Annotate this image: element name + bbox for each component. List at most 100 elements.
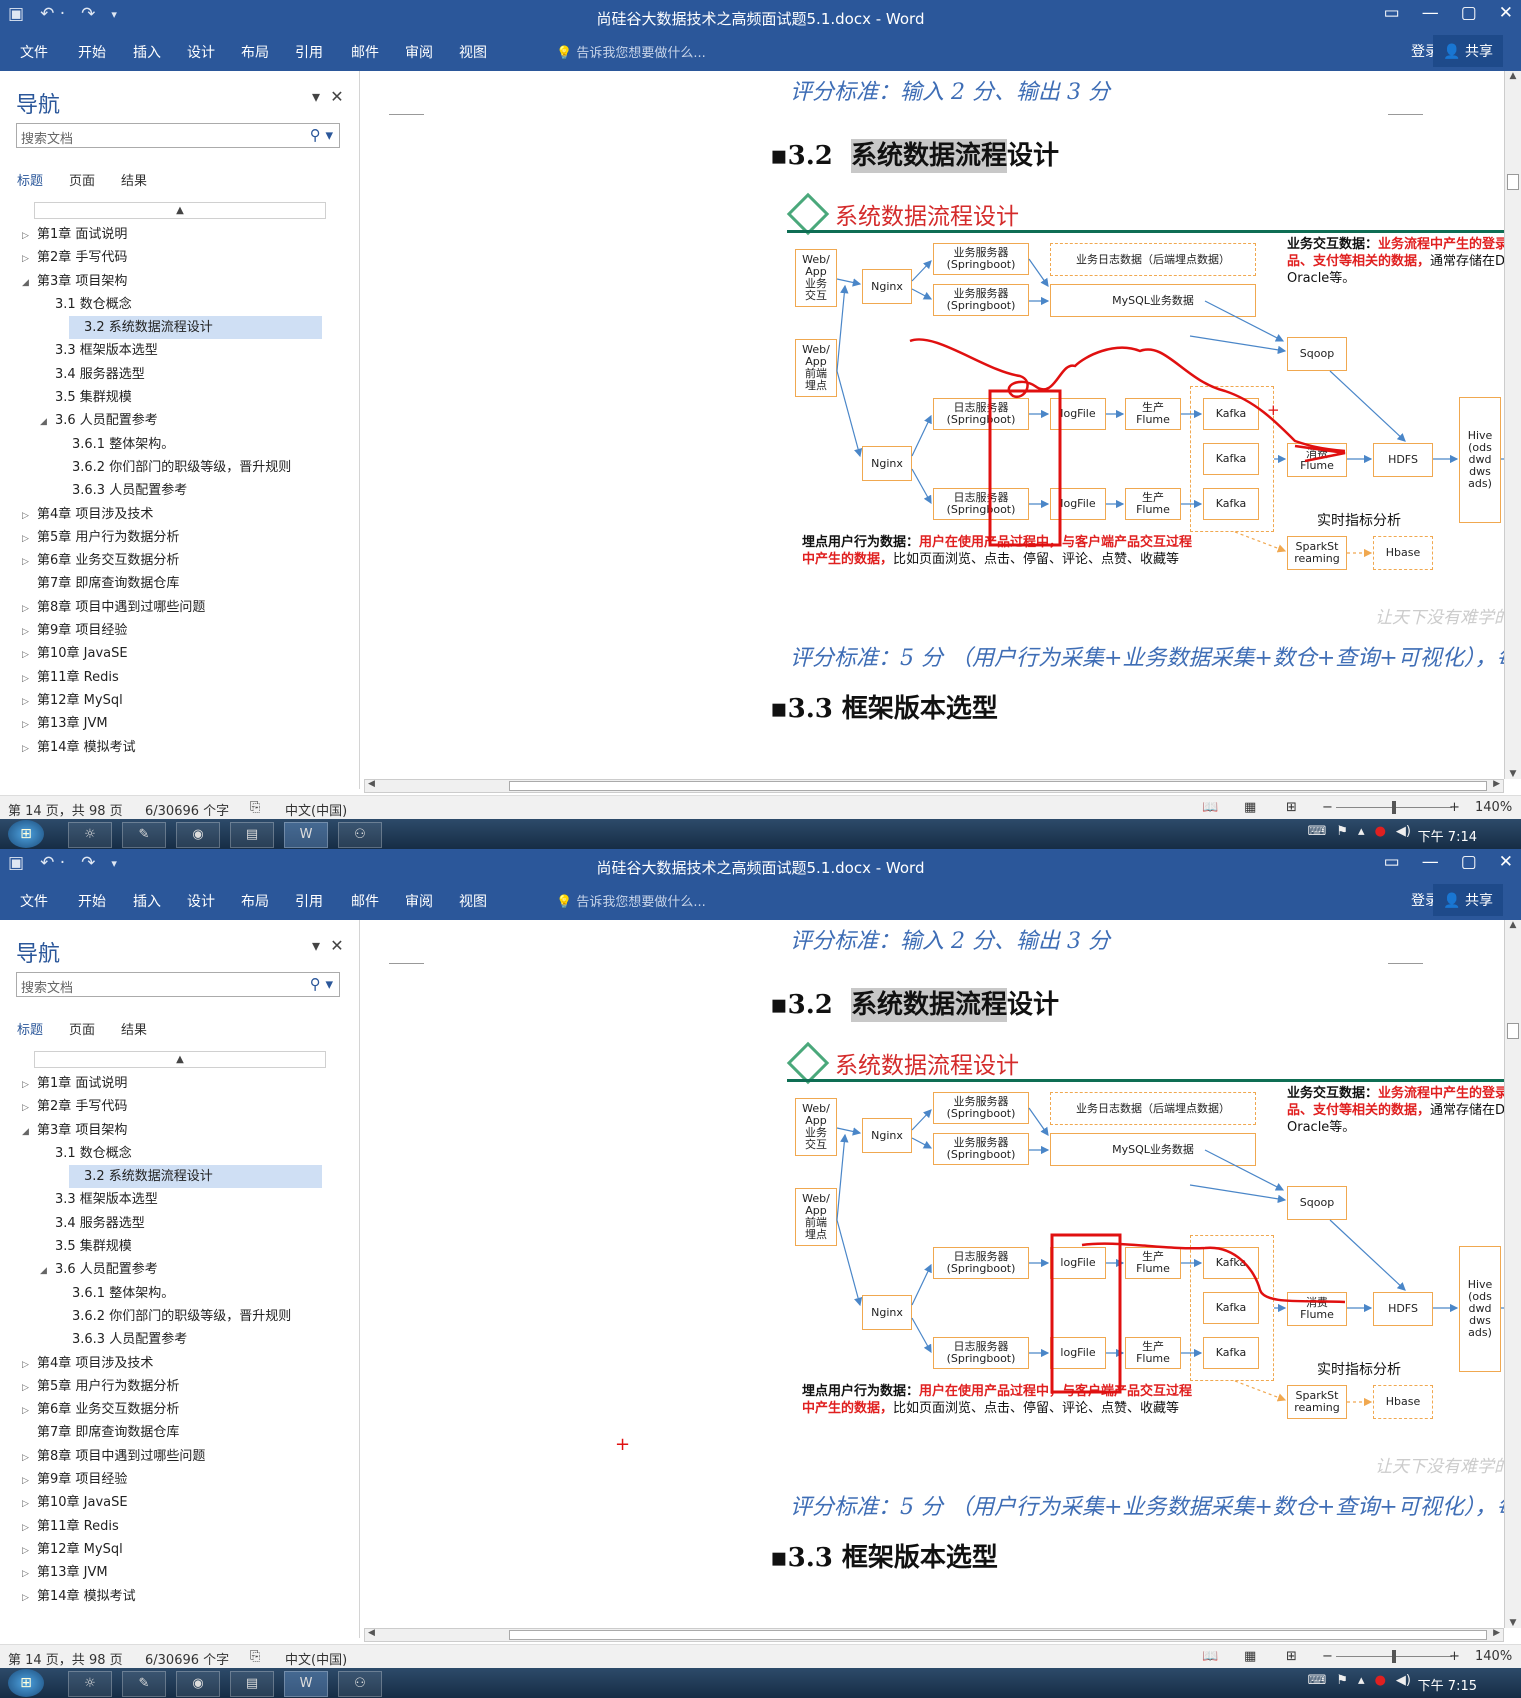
nav-item[interactable]: ▷ 第8章 项目中遇到过哪些问题 [22, 596, 342, 619]
system-tray[interactable]: ⌨ ⚑ ▴ ● ◀) [1308, 1673, 1411, 1688]
scroll-down-icon[interactable]: ▼ [1505, 769, 1521, 779]
nav-item[interactable]: ▷ 第9章 项目经验 [22, 1468, 342, 1491]
print-layout-icon[interactable]: ▦ [1244, 1649, 1256, 1664]
nav-item[interactable]: ▷ 第13章 JVM [22, 1561, 342, 1584]
tab-4[interactable]: 布局 [241, 891, 269, 911]
nav-item[interactable]: ▷ 第10章 JavaSE [22, 642, 342, 665]
scroll-right-icon[interactable]: ▶ [1493, 1628, 1500, 1638]
maximize-button[interactable]: ▢ [1461, 3, 1477, 23]
print-layout-icon[interactable]: ▦ [1244, 800, 1256, 815]
close-button[interactable]: ✕ [1499, 3, 1513, 23]
expand-icon[interactable]: ▷ [22, 1400, 37, 1423]
word-count[interactable]: 6/30696 个字 [145, 1649, 229, 1668]
tell-me-input[interactable]: 💡 告诉我您想要做什么... [556, 891, 706, 910]
start-button[interactable]: ⊞ [8, 1669, 44, 1697]
close-button[interactable]: ✕ [1499, 852, 1513, 872]
network-icon[interactable]: ▴ [1358, 824, 1365, 839]
proofing-icon[interactable]: ⎘ [250, 800, 260, 815]
nav-close-icon[interactable]: ▾ ✕ [312, 87, 344, 106]
nav-item[interactable]: 3.4 服务器选型 [22, 1212, 342, 1235]
nav-item[interactable]: ▷ 第1章 面试说明 [22, 1072, 342, 1095]
tab-7[interactable]: 审阅 [405, 891, 433, 911]
tab-5[interactable]: 引用 [295, 891, 323, 911]
expand-icon[interactable]: ▷ [22, 621, 37, 644]
keyboard-icon[interactable]: ⌨ [1308, 1673, 1327, 1688]
nav-close-icon[interactable]: ▾ ✕ [312, 936, 344, 955]
volume-icon[interactable]: ◀) [1396, 1673, 1411, 1688]
expand-icon[interactable]: ◢ [22, 272, 37, 295]
tab-8[interactable]: 视图 [459, 891, 487, 911]
nav-item[interactable]: ▷ 第9章 项目经验 [22, 619, 342, 642]
taskbar-app[interactable]: ◉ [176, 1671, 220, 1697]
nav-item[interactable]: ▷ 第1章 面试说明 [22, 223, 342, 246]
nav-item[interactable]: ▷ 第4章 项目涉及技术 [22, 1352, 342, 1375]
nav-item[interactable]: ▷ 第11章 Redis [22, 1515, 342, 1538]
nav-item[interactable]: 3.6.1 整体架构。 [22, 1282, 342, 1305]
scroll-thumb[interactable] [1507, 174, 1519, 190]
minimize-button[interactable]: — [1422, 852, 1439, 872]
nav-item[interactable]: 3.5 集群规模 [22, 386, 342, 409]
page-count[interactable]: 第 14 页，共 98 页 [8, 800, 123, 819]
taskbar-app[interactable]: ☼ [68, 1671, 112, 1697]
nav-item[interactable]: ◢ 第3章 项目架构 [22, 1119, 342, 1142]
record-icon[interactable]: ● [1375, 824, 1386, 839]
collapse-icon[interactable]: ▲ [34, 1051, 326, 1068]
read-mode-icon[interactable]: 📖 [1202, 800, 1218, 815]
nav-item[interactable]: ▷ 第2章 手写代码 [22, 246, 342, 269]
vertical-scrollbar[interactable]: ▲ ▼ [1504, 71, 1521, 779]
nav-item[interactable]: 3.3 框架版本选型 [22, 339, 342, 362]
taskbar-app[interactable]: ⚇ [338, 1671, 382, 1697]
nav-item[interactable]: ▷ 第12章 MySql [22, 1538, 342, 1561]
nav-item[interactable]: ◢ 3.6 人员配置参考 [22, 409, 342, 432]
tab-6[interactable]: 邮件 [351, 42, 379, 62]
expand-icon[interactable]: ▷ [22, 1563, 37, 1586]
expand-icon[interactable]: ▷ [22, 1493, 37, 1516]
tab-results[interactable]: 结果 [121, 1023, 147, 1038]
nav-item[interactable]: ▷ 第14章 模拟考试 [22, 736, 342, 759]
expand-icon[interactable]: ▷ [22, 1447, 37, 1470]
share-button[interactable]: 👤 共享 [1433, 35, 1503, 67]
page-count[interactable]: 第 14 页，共 98 页 [8, 1649, 123, 1668]
web-layout-icon[interactable]: ⊞ [1286, 1649, 1297, 1664]
tab-7[interactable]: 审阅 [405, 42, 433, 62]
tab-8[interactable]: 视图 [459, 42, 487, 62]
expand-icon[interactable]: ▷ [22, 1354, 37, 1377]
expand-icon[interactable]: ▷ [22, 1074, 37, 1097]
nav-item[interactable]: 3.1 数仓概念 [22, 1142, 342, 1165]
expand-icon[interactable]: ◢ [40, 411, 55, 434]
expand-icon[interactable]: ▷ [22, 644, 37, 667]
expand-icon[interactable]: ▷ [22, 1587, 37, 1610]
tell-me-input[interactable]: 💡 告诉我您想要做什么... [556, 42, 706, 61]
document-area[interactable]: 评分标准：输入 2 分、输出 3 分 ▪3.2 系统数据流程设计 系统数据流程设… [360, 920, 1521, 1628]
zoom-in-icon[interactable]: + [1449, 800, 1460, 815]
tab-6[interactable]: 邮件 [351, 891, 379, 911]
scroll-up-icon[interactable]: ▲ [1505, 920, 1521, 930]
tab-headings[interactable]: 标题 [17, 174, 43, 189]
nav-item[interactable]: ▷ 第6章 业务交互数据分析 [22, 1398, 342, 1421]
taskbar-app[interactable]: ✎ [122, 822, 166, 848]
language[interactable]: 中文(中国) [285, 800, 347, 819]
tab-pages[interactable]: 页面 [69, 1023, 95, 1038]
flag-icon[interactable]: ⚑ [1336, 824, 1348, 839]
clock[interactable]: 下午 7:14 [1418, 826, 1477, 845]
zoom-in-icon[interactable]: + [1449, 1649, 1460, 1664]
expand-icon[interactable]: ▷ [22, 551, 37, 574]
word-count[interactable]: 6/30696 个字 [145, 800, 229, 819]
scroll-right-icon[interactable]: ▶ [1493, 779, 1500, 789]
nav-item[interactable]: ◢ 3.6 人员配置参考 [22, 1258, 342, 1281]
tab-0[interactable]: 文件 [20, 42, 48, 62]
expand-icon[interactable]: ◢ [22, 1121, 37, 1144]
tab-2[interactable]: 插入 [133, 891, 161, 911]
hscroll-thumb[interactable] [509, 781, 1487, 791]
tab-0[interactable]: 文件 [20, 891, 48, 911]
record-icon[interactable]: ● [1375, 1673, 1386, 1688]
nav-item[interactable]: ▷ 第10章 JavaSE [22, 1491, 342, 1514]
tab-4[interactable]: 布局 [241, 42, 269, 62]
taskbar-app[interactable]: ☼ [68, 822, 112, 848]
nav-item[interactable]: 3.4 服务器选型 [22, 363, 342, 386]
search-icon[interactable]: ⚲ ▾ [310, 126, 333, 144]
nav-item[interactable]: 3.6.2 你们部门的职级等级，晋升规则 [22, 1305, 342, 1328]
taskbar-app[interactable]: ✎ [122, 1671, 166, 1697]
horizontal-scrollbar[interactable]: ◀ ▶ [364, 779, 1504, 793]
volume-icon[interactable]: ◀) [1396, 824, 1411, 839]
